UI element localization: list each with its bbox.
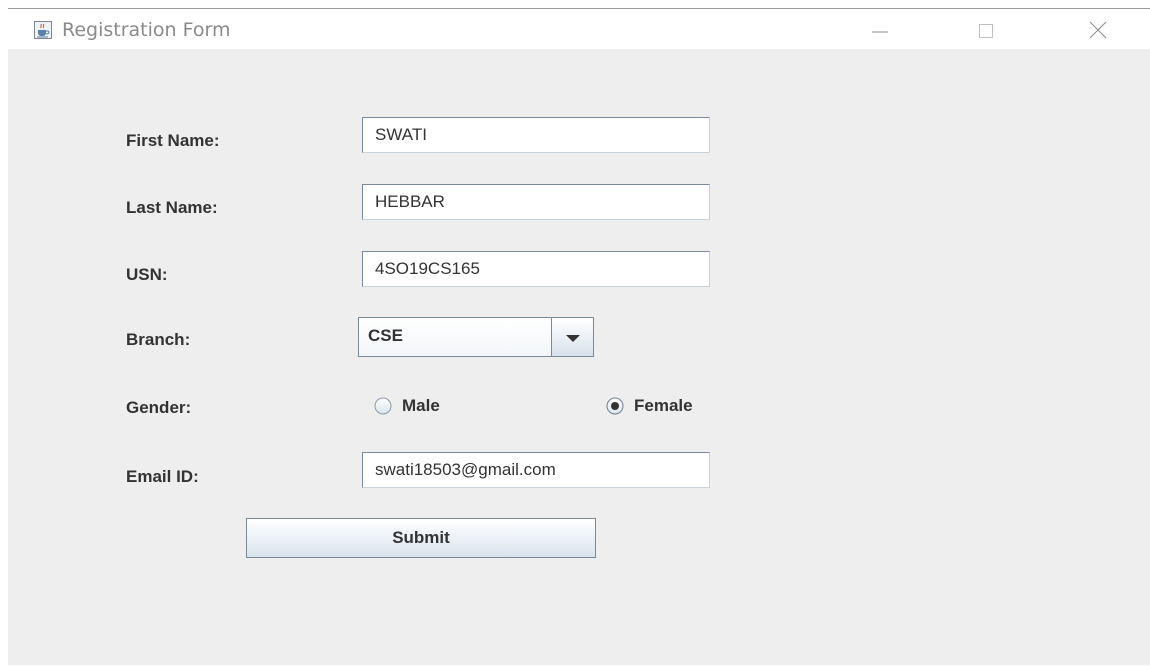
window-title: Registration Form (62, 19, 231, 41)
branch-selected-value: CSE (359, 318, 551, 356)
registration-window: Registration Form First Name: SWATI Last… (8, 8, 1150, 665)
radio-selected-icon (606, 397, 624, 415)
dropdown-button[interactable] (551, 318, 593, 356)
usn-field[interactable]: 4SO19CS165 (362, 251, 710, 287)
radio-unselected-icon (374, 397, 392, 415)
title-bar: Registration Form (8, 9, 1150, 49)
last-name-field[interactable]: HEBBAR (362, 184, 710, 220)
chevron-down-icon (566, 335, 580, 342)
form-panel: First Name: SWATI Last Name: HEBBAR USN:… (8, 49, 1150, 666)
first-name-label: First Name: (126, 131, 220, 150)
branch-label: Branch: (126, 330, 191, 349)
submit-button[interactable]: Submit (246, 518, 596, 558)
gender-male-radio[interactable]: Male (374, 394, 484, 420)
minimize-icon[interactable] (860, 15, 900, 45)
male-label: Male (402, 396, 440, 415)
email-field[interactable]: swati18503@gmail.com (362, 452, 710, 488)
female-label: Female (634, 396, 693, 415)
maximize-icon[interactable] (966, 15, 1006, 45)
last-name-label: Last Name: (126, 198, 218, 217)
first-name-field[interactable]: SWATI (362, 117, 710, 153)
java-cup-icon (34, 21, 52, 39)
email-label: Email ID: (126, 467, 199, 486)
branch-dropdown[interactable]: CSE (358, 317, 594, 357)
usn-label: USN: (126, 265, 168, 284)
close-icon[interactable] (1078, 15, 1118, 45)
gender-label: Gender: (126, 398, 192, 417)
gender-female-radio[interactable]: Female (606, 394, 756, 420)
